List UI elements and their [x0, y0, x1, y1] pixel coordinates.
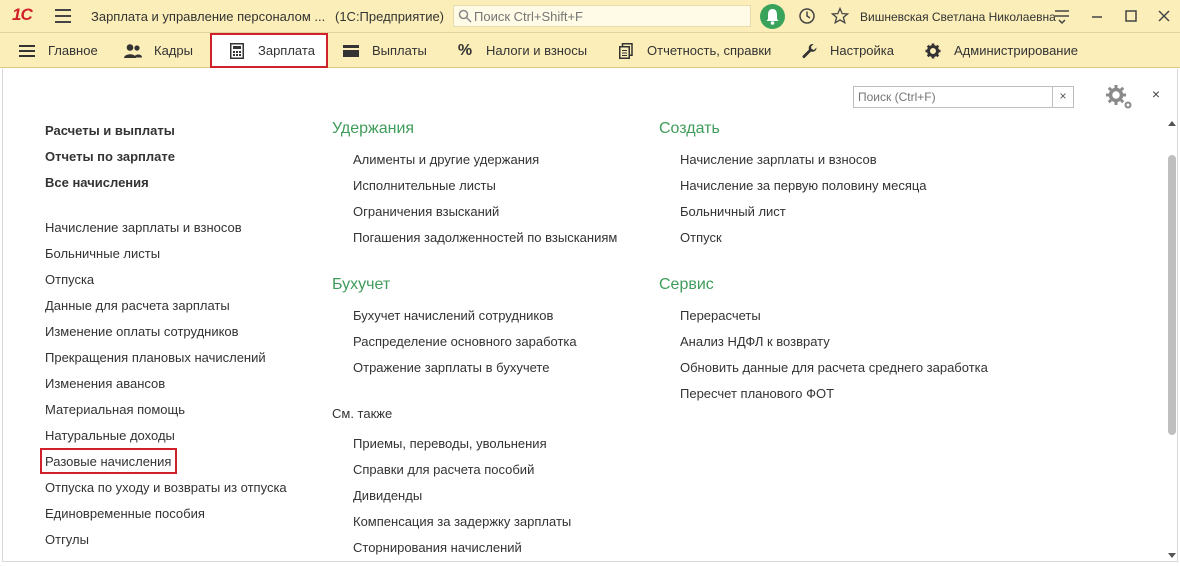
section-settings[interactable]: Настройка [800, 33, 894, 68]
logo-1c: 1С [12, 5, 33, 24]
link-recalc-planned-payroll[interactable]: Пересчет планового ФОТ [680, 386, 834, 401]
local-search-box[interactable]: × [853, 86, 1074, 108]
link-salary-accrual[interactable]: Начисление зарплаты и взносов [45, 220, 242, 235]
link-recalculations[interactable]: Перерасчеты [680, 308, 761, 323]
link-hires-transfers[interactable]: Приемы, переводы, увольнения [353, 436, 547, 451]
hamburger-icon [18, 42, 36, 60]
group-accounting-title: Бухучет [332, 276, 391, 293]
wallet-icon [342, 42, 360, 60]
link-create-first-half-accrual[interactable]: Начисление за первую половину месяца [680, 178, 927, 193]
link-advance-changes[interactable]: Изменения авансов [45, 376, 165, 391]
link-natural-income[interactable]: Натуральные доходы [45, 428, 175, 443]
maximize-icon[interactable] [1122, 7, 1140, 25]
favorites-star-icon[interactable] [831, 7, 849, 25]
link-ndfl-refund-analysis[interactable]: Анализ НДФЛ к возврату [680, 334, 830, 349]
settings-lines-icon[interactable] [1053, 7, 1071, 25]
calculator-icon [228, 42, 246, 60]
link-material-aid[interactable]: Материальная помощь [45, 402, 185, 417]
section-label: Выплаты [372, 43, 427, 58]
section-label: Зарплата [258, 43, 315, 58]
sections-panel: Главное Кадры Зарплата Выплаты % Налоги … [0, 33, 1180, 68]
link-create-salary-accrual[interactable]: Начисление зарплаты и взносов [680, 152, 877, 167]
scroll-up-arrow-icon[interactable] [1168, 121, 1176, 126]
people-icon [124, 42, 142, 60]
link-debt-repayments[interactable]: Погашения задолженностей по взысканиям [353, 230, 617, 245]
app-title: Зарплата и управление персоналом ... [91, 9, 326, 24]
link-accrual-reversals[interactable]: Сторнирования начислений [353, 540, 522, 555]
global-search-box[interactable] [453, 5, 751, 27]
percent-icon: % [457, 41, 473, 59]
link-earnings-distribution[interactable]: Распределение основного заработка [353, 334, 577, 349]
close-panel-button[interactable]: × [1149, 86, 1163, 102]
link-lump-sum-benefits[interactable]: Единовременные пособия [45, 506, 205, 521]
clear-search-button[interactable]: × [1052, 87, 1073, 107]
local-search-input[interactable] [858, 89, 1048, 105]
link-dividends[interactable]: Дивиденды [353, 488, 422, 503]
link-salary-data[interactable]: Данные для расчета зарплаты [45, 298, 230, 313]
history-icon[interactable] [798, 7, 816, 25]
main-menu-icon[interactable] [55, 9, 71, 23]
settings-gear-icon[interactable] [1105, 84, 1133, 110]
section-payments[interactable]: Выплаты [342, 33, 427, 68]
global-search-input[interactable] [474, 8, 744, 24]
link-update-average-earnings[interactable]: Обновить данные для расчета среднего зар… [680, 360, 988, 375]
current-user-name[interactable]: Вишневская Светлана Николаевна [860, 10, 1056, 24]
link-salary-posting[interactable]: Отражение зарплаты в бухучете [353, 360, 549, 375]
link-time-off[interactable]: Отгулы [45, 532, 89, 547]
section-label: Кадры [154, 43, 193, 58]
search-icon [458, 9, 472, 23]
link-all-accruals[interactable]: Все начисления [45, 175, 149, 190]
section-content: × × Расчеты и выплаты Отчеты по зарплате… [2, 69, 1178, 562]
section-label: Настройка [830, 43, 894, 58]
group-see-also-title: См. также [332, 406, 393, 421]
section-administration[interactable]: Администрирование [924, 33, 1078, 68]
section-taxes[interactable]: % Налоги и взносы [456, 33, 587, 68]
title-bar: 1С Зарплата и управление персоналом ... … [0, 0, 1180, 33]
link-writs[interactable]: Исполнительные листы [353, 178, 496, 193]
link-parental-leave[interactable]: Отпуска по уходу и возвраты из отпуска [45, 480, 287, 495]
group-create-title: Создать [659, 120, 720, 137]
link-alimony[interactable]: Алименты и другие удержания [353, 152, 539, 167]
link-accruals-accounting[interactable]: Бухучет начислений сотрудников [353, 308, 553, 323]
group-service-title: Сервис [659, 276, 714, 293]
link-vacations[interactable]: Отпуска [45, 272, 94, 287]
notifications-bell-icon[interactable] [760, 4, 785, 29]
vertical-scrollbar[interactable] [1165, 117, 1179, 562]
link-calculations-payments[interactable]: Расчеты и выплаты [45, 123, 175, 138]
link-planned-accruals-stop[interactable]: Прекращения плановых начислений [45, 350, 266, 365]
section-salary[interactable]: Зарплата [210, 33, 328, 68]
minimize-icon[interactable] [1088, 7, 1106, 25]
section-personnel[interactable]: Кадры [124, 33, 193, 68]
link-salary-reports[interactable]: Отчеты по зарплате [45, 149, 175, 164]
scroll-down-arrow-icon[interactable] [1168, 553, 1176, 558]
close-window-icon[interactable] [1155, 7, 1173, 25]
link-delay-compensation[interactable]: Компенсация за задержку зарплаты [353, 514, 571, 529]
section-label: Главное [48, 43, 98, 58]
wrench-icon [800, 42, 818, 60]
link-create-vacation[interactable]: Отпуск [680, 230, 722, 245]
link-sick-leaves[interactable]: Больничные листы [45, 246, 160, 261]
section-reports[interactable]: Отчетность, справки [617, 33, 771, 68]
section-label: Администрирование [954, 43, 1078, 58]
documents-icon [617, 42, 635, 60]
group-deductions-title: Удержания [332, 120, 415, 137]
section-main[interactable]: Главное [18, 33, 98, 68]
gear-icon [924, 42, 942, 60]
link-benefit-certificates[interactable]: Справки для расчета пособий [353, 462, 534, 477]
link-create-sick-leave[interactable]: Больничный лист [680, 204, 786, 219]
platform-label: (1С:Предприятие) [335, 9, 445, 24]
scroll-thumb[interactable] [1168, 155, 1176, 435]
section-label: Отчетность, справки [647, 43, 772, 58]
link-collection-limits[interactable]: Ограничения взысканий [353, 204, 499, 219]
link-one-time-accruals[interactable]: Разовые начисления [45, 454, 171, 469]
link-pay-changes[interactable]: Изменение оплаты сотрудников [45, 324, 239, 339]
section-label: Налоги и взносы [486, 43, 588, 58]
